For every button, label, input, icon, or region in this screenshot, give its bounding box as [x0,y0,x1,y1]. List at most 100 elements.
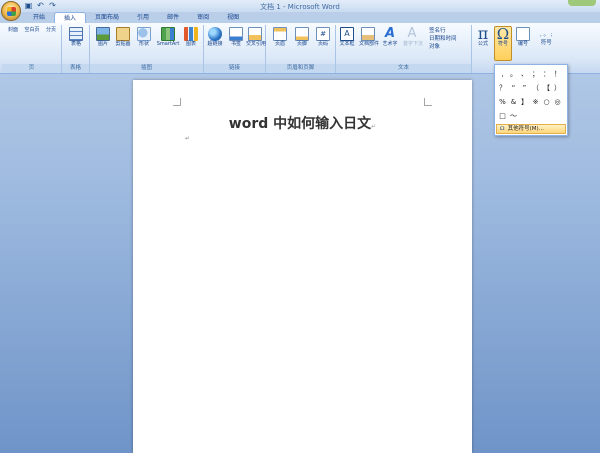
tab-references[interactable]: 引用 [128,12,158,23]
document-title[interactable]: word 中如何输入日文↵ [133,113,472,133]
quick-parts-icon [361,27,375,41]
crossref-button[interactable]: 交叉引用 [246,27,266,48]
symbol-cell[interactable]: ” [519,81,530,95]
symbol-cell[interactable]: ； [530,67,541,81]
page-number-icon: # [316,27,330,41]
group-tables: 表格 表格 [62,25,90,73]
crop-mark-top-left [173,98,181,106]
header-icon [273,27,287,41]
paragraph-mark: ↵ [185,135,191,142]
window-controls[interactable] [568,0,596,6]
table-icon [69,27,83,41]
more-symbols-label: 其他符号(M)... [507,126,544,132]
tab-page-layout[interactable]: 页面布局 [86,12,128,23]
symbol-cell[interactable]: “ [508,81,519,95]
document-title-text: word 中如何输入日文 [228,116,372,132]
omega-icon: Ω [500,126,505,132]
footer-button[interactable]: 页脚 [293,27,311,48]
dropcap-button[interactable]: A 首字下沉 [403,26,423,48]
text-small-buttons: 签名行 日期和时间 对象 [429,27,457,51]
symbol-cell[interactable]: （ [530,81,541,95]
office-button[interactable] [1,1,21,21]
tab-mailings[interactable]: 邮件 [158,12,188,23]
clipart-icon [116,27,130,41]
symbol-cell[interactable]: 、 [519,67,530,81]
tab-review[interactable]: 审阅 [188,12,218,23]
blank-page-button[interactable]: 空白页 [23,27,170,121]
tab-view[interactable]: 视图 [218,12,248,23]
symbol-cell[interactable]: ※ [530,95,541,109]
symbol-cell[interactable]: ◎ [552,95,563,109]
crossref-icon [248,27,262,41]
smartart-button[interactable]: SmartArt [156,27,180,48]
paragraph-mark: ↵ [371,123,377,130]
symbol-cell[interactable]: 】 [519,95,530,109]
symbol-cell[interactable]: & [508,95,519,109]
symbol-button[interactable]: Ω 符号 [494,26,512,61]
symbol-cell[interactable]: ？ [497,81,508,95]
group-text: A 文本框 文档部件 A 艺术字 A 首字下沉 签名行 日期和时间 对象 文本 [336,25,472,73]
page-number-button[interactable]: # 页码 [314,27,332,48]
symbol-cell[interactable]: 。 [508,67,519,81]
special-symbols: , 。 ; 符号 [540,31,553,47]
symbol-grid: , 。 、 ； ： ！ ？ “ ” （ 【 ） % & 】 ※ ○ ◎ □ ～ [497,67,563,123]
pi-icon: π [477,24,489,43]
symbol-cell[interactable]: ： [541,67,552,81]
ribbon-tabs: 开始 插入 页面布局 引用 邮件 审阅 视图 [24,12,248,23]
chart-icon [184,27,198,41]
bookmark-icon [229,27,243,41]
wordart-icon: A [384,26,396,41]
quick-parts-button[interactable]: 文档部件 [359,27,379,48]
group-header-footer: 页眉 页脚 # 页码 页眉和页脚 [266,25,336,73]
dropcap-icon: A [407,26,417,41]
title-bar: ▣ ↶ ↷ 文档 1 - Microsoft Word [0,0,600,12]
bookmark-button[interactable]: 书签 [227,27,245,48]
symbol-cell[interactable]: % [497,95,508,109]
wordart-button[interactable]: A 艺术字 [381,27,399,48]
textbox-icon: A [340,27,354,41]
symbol-cell[interactable]: 【 [541,81,552,95]
group-illustrations: 图片 剪贴画 形状 SmartArt 图表 插图 [90,25,204,73]
smartart-icon [161,27,175,41]
special-symbol-button[interactable]: 符号 [540,39,553,47]
group-label-text: 文本 [336,64,471,73]
picture-icon [96,27,110,41]
more-symbols-button[interactable]: Ω 其他符号(M)... [496,124,566,134]
group-label-header-footer: 页眉和页脚 [266,64,335,73]
equation-button[interactable]: π 公式 [474,24,492,48]
symbol-cell[interactable]: ） [552,81,563,95]
page-break-button[interactable]: 分页 [42,27,189,121]
globe-icon [208,27,222,41]
footer-icon [295,27,309,41]
header-button[interactable]: 页眉 [271,27,289,48]
shapes-icon [137,27,151,41]
special-symbol-glyphs: , 。 ; [540,32,553,38]
group-label-tables: 表格 [62,64,89,73]
group-label-illustrations: 插图 [90,64,203,73]
shapes-button[interactable]: 形状 [135,27,153,48]
hyperlink-button[interactable]: 超链接 [206,27,224,48]
number-button[interactable]: 编号 [514,27,532,48]
signature-line-button[interactable]: 签名行 [429,27,457,35]
window-title: 文档 1 - Microsoft Word [260,3,340,11]
cover-button[interactable]: 封面 [4,27,151,121]
symbol-dropdown: , 。 、 ； ： ！ ？ “ ” （ 【 ） % & 】 ※ ○ ◎ □ ～ … [494,64,568,136]
group-label-links: 链接 [204,64,265,73]
object-button[interactable]: 对象 [429,43,457,51]
table-button[interactable]: 表格 [67,27,85,48]
symbol-cell[interactable]: ！ [552,67,563,81]
symbol-cell[interactable]: □ [497,109,508,123]
date-time-button[interactable]: 日期和时间 [429,35,457,43]
tab-insert[interactable]: 插入 [54,12,87,23]
crop-mark-top-right [424,98,432,106]
picture-button[interactable]: 图片 [94,27,112,48]
symbol-cell[interactable]: ～ [508,109,519,123]
chart-button[interactable]: 图表 [182,27,200,48]
document-page[interactable]: word 中如何输入日文↵ ↵ [133,80,472,453]
symbol-cell[interactable]: , [497,67,508,81]
group-pages: 封面 空白页 分页 页 [2,25,189,121]
textbox-button[interactable]: A 文本框 [338,27,356,48]
symbol-cell[interactable]: ○ [541,95,552,109]
tab-home[interactable]: 开始 [24,12,54,23]
clipart-button[interactable]: 剪贴画 [114,27,132,48]
